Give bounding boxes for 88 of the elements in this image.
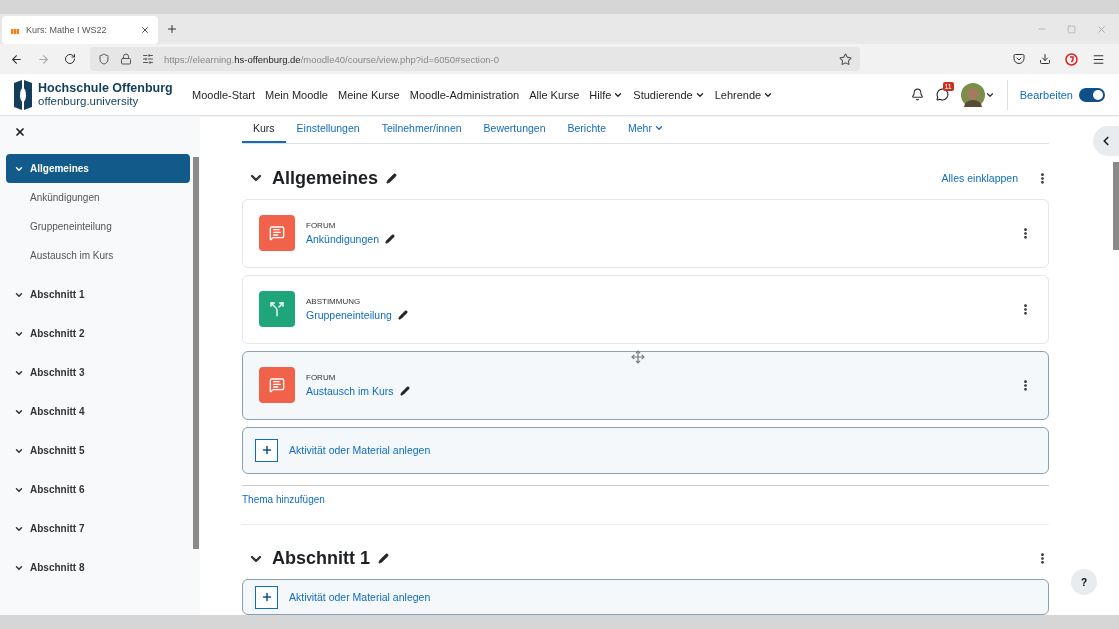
bell-icon[interactable] bbox=[910, 88, 924, 101]
section-label: Abschnitt 6 bbox=[30, 484, 85, 495]
move-cursor-icon bbox=[631, 349, 645, 364]
download-icon[interactable] bbox=[1039, 53, 1051, 65]
logo-icon bbox=[14, 79, 32, 110]
course-index-section[interactable]: Abschnitt 3 bbox=[6, 358, 190, 387]
nav-link[interactable]: Studierende bbox=[633, 88, 705, 101]
nav-link[interactable]: Mein Moodle bbox=[265, 88, 328, 101]
course-index-item[interactable]: Gruppeneinteilung bbox=[6, 212, 190, 241]
activity-card[interactable]: FORUM Austausch im Kurs bbox=[242, 350, 1049, 420]
back-icon[interactable] bbox=[10, 52, 23, 66]
collapse-all-link[interactable]: Alles einklappen bbox=[941, 172, 1018, 185]
section-title: Abschnitt 1 bbox=[272, 548, 370, 570]
help-button[interactable]: ? bbox=[1071, 569, 1097, 595]
shield-icon bbox=[98, 53, 110, 65]
pencil-icon[interactable] bbox=[399, 386, 410, 397]
tab-title: Kurs: Mathe I WS22 bbox=[26, 25, 108, 35]
course-index-section[interactable]: Abschnitt 1 bbox=[6, 280, 190, 309]
user-menu[interactable] bbox=[960, 82, 995, 107]
nav-link[interactable]: Moodle-Administration bbox=[409, 88, 520, 101]
browser-tab[interactable]: Kurs: Mathe I WS22 bbox=[2, 16, 158, 44]
section-title: Allgemeines bbox=[272, 167, 379, 189]
section-label: Abschnitt 3 bbox=[30, 367, 85, 378]
section-label: Abschnitt 7 bbox=[30, 523, 85, 534]
pocket-icon[interactable] bbox=[1013, 53, 1025, 65]
pencil-icon[interactable] bbox=[386, 172, 398, 184]
pencil-icon[interactable] bbox=[385, 234, 395, 245]
logo-subtitle: offenburg.university bbox=[38, 95, 140, 108]
add-activity-button[interactable]: Aktivität oder Material anlegen bbox=[242, 426, 1049, 474]
fork-icon bbox=[269, 301, 285, 318]
plus-icon bbox=[255, 585, 278, 609]
scrollbar-thumb[interactable] bbox=[193, 157, 199, 549]
extension-icon[interactable] bbox=[1065, 52, 1078, 66]
course-index-section[interactable]: Abschnitt 2 bbox=[6, 319, 190, 348]
section-label: Abschnitt 1 bbox=[30, 289, 85, 300]
sliders-icon bbox=[142, 53, 154, 65]
course-index-item[interactable]: Austausch im Kurs bbox=[6, 241, 190, 270]
forum-icon bbox=[269, 377, 285, 394]
activity-type: ABSTIMMUNG bbox=[306, 297, 362, 307]
drawer-toggle[interactable] bbox=[1093, 126, 1119, 156]
menu-icon[interactable] bbox=[1092, 52, 1105, 66]
activity-card[interactable]: ABSTIMMUNG Gruppeneinteilung bbox=[242, 274, 1049, 344]
course-tab[interactable]: Berichte bbox=[556, 116, 618, 143]
close-tab-icon[interactable] bbox=[140, 25, 150, 35]
new-tab-icon[interactable] bbox=[166, 23, 178, 35]
course-index-section[interactable]: Allgemeines bbox=[6, 154, 190, 183]
nav-link[interactable]: Moodle-Start bbox=[192, 88, 255, 101]
section-label: Abschnitt 5 bbox=[30, 445, 85, 456]
activity-type: FORUM bbox=[306, 221, 337, 231]
section-label: Abschnitt 4 bbox=[30, 406, 85, 417]
nav-link[interactable]: Alle Kurse bbox=[529, 88, 580, 101]
course-index-section[interactable]: Abschnitt 5 bbox=[6, 436, 190, 465]
activity-card[interactable]: FORUM Ankündigungen bbox=[242, 198, 1049, 268]
nav-link[interactable]: Lehrende bbox=[714, 88, 774, 101]
course-index-section[interactable]: Abschnitt 7 bbox=[6, 514, 190, 543]
lock-icon bbox=[120, 53, 132, 65]
forum-icon bbox=[269, 225, 285, 242]
activity-link[interactable]: Gruppeneinteilung bbox=[306, 309, 392, 322]
course-tab[interactable]: Mehr bbox=[617, 116, 675, 143]
pencil-icon[interactable] bbox=[397, 310, 408, 321]
activity-link[interactable]: Ankündigungen bbox=[306, 233, 379, 246]
address-field[interactable]: https://elearning.hs-offenburg.de/moodle40/course/view.php?id=6050#section-0 bbox=[90, 47, 860, 71]
course-tab[interactable]: Einstellungen bbox=[285, 116, 371, 143]
pencil-icon[interactable] bbox=[378, 553, 389, 565]
course-tab[interactable]: Kurs bbox=[242, 116, 286, 143]
scrollbar-thumb[interactable] bbox=[1113, 162, 1119, 250]
section-label: Allgemeines bbox=[30, 163, 89, 174]
reload-icon[interactable] bbox=[64, 53, 76, 65]
course-index-item[interactable]: Ankündigungen bbox=[6, 183, 190, 212]
course-index-section[interactable]: Abschnitt 4 bbox=[6, 397, 190, 426]
plus-icon bbox=[255, 438, 278, 462]
nav-link[interactable]: Meine Kurse bbox=[337, 88, 400, 101]
section-label: Abschnitt 2 bbox=[30, 328, 85, 339]
course-tab[interactable]: Bewertungen bbox=[472, 116, 557, 143]
bookmark-star-icon[interactable] bbox=[839, 52, 852, 66]
edit-mode-label: Bearbeiten bbox=[1019, 88, 1073, 101]
add-topic-link[interactable]: Thema hinzufügen bbox=[242, 493, 1049, 505]
nav-link[interactable]: Hilfe bbox=[589, 88, 624, 101]
course-tab[interactable]: Teilnehmer/innen bbox=[370, 116, 473, 143]
activity-link[interactable]: Austausch im Kurs bbox=[306, 385, 394, 398]
course-index-section[interactable]: Abschnitt 8 bbox=[6, 553, 190, 582]
logo-title: Hochschule Offenburg bbox=[38, 81, 173, 96]
section-label: Abschnitt 8 bbox=[30, 562, 85, 573]
edit-mode-toggle[interactable] bbox=[1079, 87, 1105, 102]
course-index-section[interactable]: Abschnitt 6 bbox=[6, 475, 190, 504]
messages-icon[interactable] bbox=[935, 88, 949, 101]
add-activity-button[interactable]: Aktivität oder Material anlegen bbox=[242, 579, 1049, 615]
activity-type: FORUM bbox=[306, 373, 337, 383]
